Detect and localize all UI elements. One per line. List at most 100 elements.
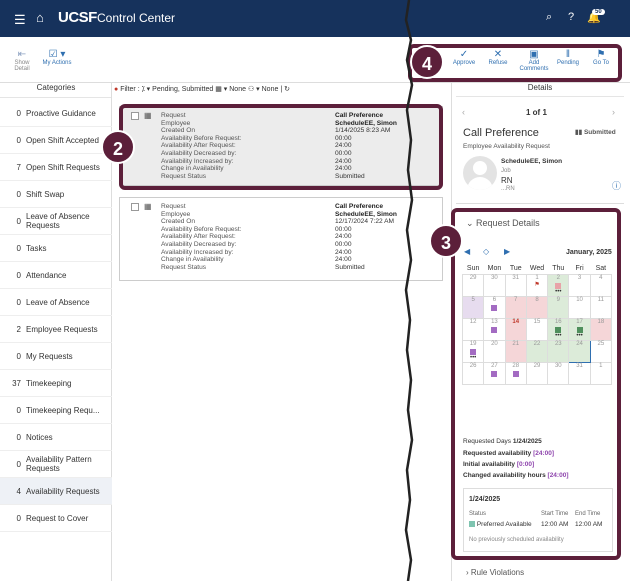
status-filter-value[interactable]: Pending, Submitted [152, 86, 213, 93]
category-count: 37 [12, 378, 21, 388]
employee-name: ScheduleEE, Simon [501, 158, 563, 165]
field-label: Request [161, 203, 186, 210]
detail-title: Call Preference [463, 127, 539, 139]
category-count: 0 [16, 432, 21, 442]
field-label: Created On [161, 218, 196, 226]
category-label: Request to Cover [26, 513, 89, 523]
field-value: 24:00 [335, 248, 352, 256]
torn-edge-divider [404, 0, 414, 581]
category-count: 4 [16, 486, 21, 496]
field-label: Request Status [161, 263, 207, 271]
category-count: 0 [16, 459, 21, 469]
category-label: Open Shift Accepted [26, 135, 99, 145]
category-label: Tasks [26, 243, 47, 253]
refresh-icon[interactable]: | ↻ [280, 86, 290, 93]
category-item[interactable]: 0 Request to Cover [0, 505, 112, 532]
top-bar: ☰ ⌂ UCSF Control Center ⌕ ? 🔔 50 [0, 0, 630, 37]
category-item-selected[interactable]: 4 Availability Requests [0, 478, 112, 505]
prev-record-icon[interactable]: ‹ [462, 107, 465, 117]
category-item[interactable]: 0 Shift Swap [0, 181, 112, 208]
category-item[interactable]: 0 Notices [0, 424, 112, 451]
my-actions-icon: ☑ ▾ [48, 49, 66, 60]
filter-bar: ● Filter : ⁒ ▾ Pending, Submitted ▦ ▾ No… [114, 85, 290, 93]
field-value: ScheduleEE, Simon [335, 210, 397, 218]
field-label: Change in Availability [161, 256, 224, 264]
employee-job-label: Job [501, 168, 511, 174]
show-detail-icon: ⇤ [17, 49, 27, 60]
field-value: Submitted [335, 263, 365, 271]
category-item[interactable]: 0 Attendance [0, 262, 112, 289]
rule-violations-section[interactable]: › Rule Violations [466, 568, 524, 577]
category-count: 7 [16, 162, 21, 172]
categories-header: Categories [0, 83, 112, 98]
callout-number-2: 2 [101, 130, 135, 164]
show-detail-label: Show Detail [14, 60, 30, 72]
category-label: Timekeeping Requ... [26, 405, 100, 415]
field-label: Availability Decreased by: [161, 240, 237, 248]
category-count: 2 [16, 324, 21, 334]
search-icon[interactable]: ⌕ [546, 11, 552, 24]
field-label: Employee [161, 210, 191, 218]
hamburger-menu-icon[interactable]: ☰ [14, 12, 26, 28]
pause-icon: ▮▮ [575, 129, 584, 136]
employee-extra: ...RN [501, 186, 515, 192]
field-value: 00:00 [335, 240, 352, 248]
category-label: Availability Pattern Requests [26, 455, 92, 473]
info-icon[interactable]: ⓘ [612, 179, 621, 192]
next-record-icon[interactable]: › [612, 107, 615, 117]
category-count: 0 [16, 189, 21, 199]
category-count: 0 [16, 135, 21, 145]
category-count: 0 [16, 270, 21, 280]
divider [456, 203, 624, 204]
category-count: 0 [16, 108, 21, 118]
category-item[interactable]: 0 Leave of Absence Requests [0, 208, 112, 235]
field-value: Call Preference [335, 203, 384, 210]
avatar [463, 156, 497, 190]
status-badge: ▮▮ Submitted [575, 128, 616, 136]
ucsf-logo: UCSF [58, 9, 97, 26]
category-label: Timekeeping [26, 378, 72, 388]
notification-badge: 50 [592, 9, 605, 15]
my-actions-label: My Actions [42, 60, 72, 66]
calendar-filter-icon[interactable]: ▦ ▾ [215, 86, 227, 93]
category-item[interactable]: 0 Availability Pattern Requests [0, 451, 112, 478]
show-detail-button[interactable]: ⇤ Show Detail [10, 49, 34, 72]
status-text: Submitted [583, 129, 616, 136]
card-checkbox[interactable] [131, 203, 139, 211]
category-label: Shift Swap [26, 189, 65, 199]
field-label: Availability Before Request: [161, 225, 242, 233]
category-item[interactable]: 0 Open Shift Accepted [0, 127, 112, 154]
filter-label: Filter : [120, 86, 140, 93]
request-card[interactable]: ▦ Request Call Preference Employee Schedul… [119, 197, 443, 281]
category-item[interactable]: 7 Open Shift Requests [0, 154, 112, 181]
category-label: Leave of Absence [26, 297, 90, 307]
group-filter-icon[interactable]: ⚇ ▾ [248, 86, 260, 93]
category-label: Proactive Guidance [26, 108, 96, 118]
field-value: 24:00 [335, 233, 352, 241]
category-label: Availability Requests [26, 486, 100, 496]
category-label: My Requests [26, 351, 73, 361]
category-item[interactable]: 0 Leave of Absence [0, 289, 112, 316]
category-label: Leave of Absence Requests [26, 212, 90, 230]
my-actions-button[interactable]: ☑ ▾ My Actions [40, 49, 74, 66]
calendar-icon: ▦ [144, 202, 152, 211]
status-filter-icon[interactable]: ⁒ ▾ [142, 86, 151, 93]
category-item[interactable]: 0 Tasks [0, 235, 112, 262]
category-item[interactable]: 37 Timekeeping [0, 370, 112, 397]
group-filter-value[interactable]: None [262, 86, 279, 93]
category-item[interactable]: 0 Timekeeping Requ... [0, 397, 112, 424]
category-item[interactable]: 2 Employee Requests [0, 316, 112, 343]
category-label: Notices [26, 432, 53, 442]
date-filter-value[interactable]: None [229, 86, 246, 93]
field-value: 00:00 [335, 225, 352, 233]
callout-ring-3 [451, 208, 621, 560]
help-icon[interactable]: ? [568, 11, 574, 23]
field-value: 12/17/2024 7:22 AM [335, 218, 395, 226]
category-item[interactable]: 0 My Requests [0, 343, 112, 370]
home-icon[interactable]: ⌂ [36, 10, 44, 25]
category-label: Attendance [26, 270, 67, 280]
field-label: Availability After Request: [161, 233, 236, 241]
details-header: Details [456, 83, 624, 97]
category-item[interactable]: 0 Proactive Guidance [0, 100, 112, 127]
field-value: 24:00 [335, 256, 352, 264]
